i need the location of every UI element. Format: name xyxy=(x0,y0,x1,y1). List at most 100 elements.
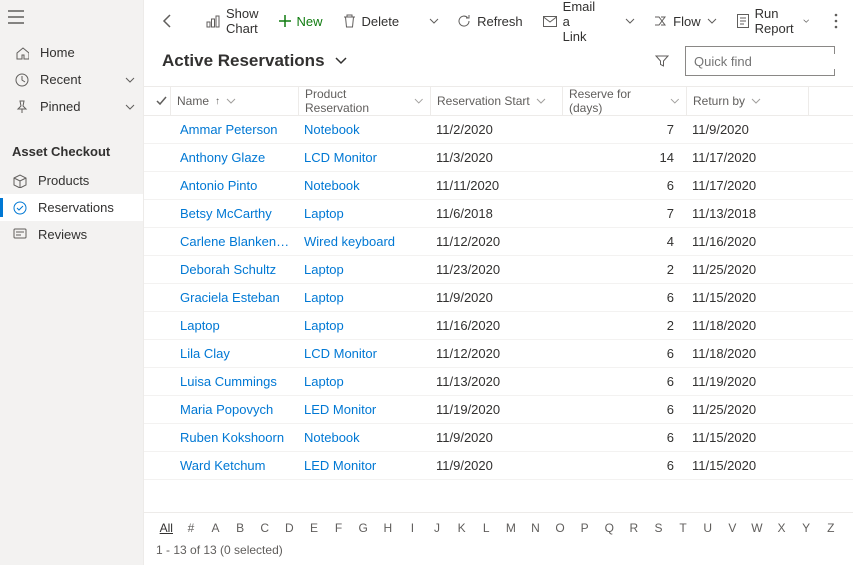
cell-name[interactable]: Lila Clay xyxy=(174,346,298,361)
alpha-R[interactable]: R xyxy=(622,521,647,535)
alpha-C[interactable]: C xyxy=(252,521,277,535)
delete-button[interactable]: Delete xyxy=(335,10,408,33)
cell-product[interactable]: Laptop xyxy=(298,262,430,277)
cell-product[interactable]: Wired keyboard xyxy=(298,234,430,249)
alpha-O[interactable]: O xyxy=(548,521,573,535)
view-dropdown[interactable] xyxy=(335,57,347,65)
alpha-I[interactable]: I xyxy=(400,521,425,535)
flow-button[interactable]: Flow xyxy=(645,10,724,33)
alpha-D[interactable]: D xyxy=(277,521,302,535)
alpha-X[interactable]: X xyxy=(769,521,794,535)
show-chart-button[interactable]: Show Chart xyxy=(198,2,267,40)
cell-product[interactable]: Laptop xyxy=(298,206,430,221)
alpha-F[interactable]: F xyxy=(326,521,351,535)
alpha-B[interactable]: B xyxy=(228,521,253,535)
alpha-W[interactable]: W xyxy=(745,521,770,535)
alpha-V[interactable]: V xyxy=(720,521,745,535)
table-row[interactable]: Ammar PetersonNotebook11/2/2020711/9/202… xyxy=(144,116,853,144)
column-start[interactable]: Reservation Start xyxy=(430,87,562,115)
alpha-Z[interactable]: Z xyxy=(818,521,843,535)
cell-product[interactable]: Laptop xyxy=(298,318,430,333)
hamburger-button[interactable] xyxy=(0,0,143,37)
cell-return: 11/15/2020 xyxy=(686,290,808,305)
alpha-all[interactable]: All xyxy=(154,521,179,535)
alpha-M[interactable]: M xyxy=(499,521,524,535)
cell-return: 11/19/2020 xyxy=(686,374,808,389)
cell-name[interactable]: Maria Popovych xyxy=(174,402,298,417)
cell-product[interactable]: LED Monitor xyxy=(298,402,430,417)
cell-product[interactable]: LCD Monitor xyxy=(298,150,430,165)
table-row[interactable]: Maria PopovychLED Monitor11/19/2020611/2… xyxy=(144,396,853,424)
cell-product[interactable]: Laptop xyxy=(298,290,430,305)
column-product[interactable]: Product Reservation xyxy=(298,87,430,115)
cell-name[interactable]: Ruben Kokshoorn xyxy=(174,430,298,445)
cell-product[interactable]: Notebook xyxy=(298,122,430,137)
cell-product[interactable]: Notebook xyxy=(298,178,430,193)
cell-name[interactable]: Ward Ketchum xyxy=(174,458,298,473)
alpha-A[interactable]: A xyxy=(203,521,228,535)
select-all[interactable] xyxy=(144,95,170,107)
alpha-H[interactable]: H xyxy=(375,521,400,535)
alpha-P[interactable]: P xyxy=(572,521,597,535)
alpha-K[interactable]: K xyxy=(449,521,474,535)
cell-name[interactable]: Luisa Cummings xyxy=(174,374,298,389)
subnav-item-products[interactable]: Products xyxy=(0,167,143,194)
cell-start: 11/11/2020 xyxy=(430,178,562,193)
table-row[interactable]: Ward KetchumLED Monitor11/9/2020611/15/2… xyxy=(144,452,853,480)
cell-name[interactable]: Ammar Peterson xyxy=(174,122,298,137)
subnav-item-reviews[interactable]: Reviews xyxy=(0,221,143,248)
search-input[interactable] xyxy=(694,54,853,69)
cell-name[interactable]: Graciela Esteban xyxy=(174,290,298,305)
subnav-item-reservations[interactable]: Reservations xyxy=(0,194,143,221)
delete-dropdown[interactable] xyxy=(423,14,445,28)
alpha-Q[interactable]: Q xyxy=(597,521,622,535)
alpha-Y[interactable]: Y xyxy=(794,521,819,535)
cell-days: 6 xyxy=(562,458,686,473)
alpha-U[interactable]: U xyxy=(695,521,720,535)
cell-product[interactable]: Laptop xyxy=(298,374,430,389)
table-row[interactable]: Deborah SchultzLaptop11/23/2020211/25/20… xyxy=(144,256,853,284)
table-row[interactable]: Lila ClayLCD Monitor11/12/2020611/18/202… xyxy=(144,340,853,368)
column-name[interactable]: Name↑ xyxy=(170,87,298,115)
back-button[interactable] xyxy=(154,9,182,33)
cell-name[interactable]: Anthony Glaze xyxy=(174,150,298,165)
table-row[interactable]: Luisa CummingsLaptop11/13/2020611/19/202… xyxy=(144,368,853,396)
column-days[interactable]: Reserve for (days) xyxy=(562,87,686,115)
table-row[interactable]: Antonio PintoNotebook11/11/2020611/17/20… xyxy=(144,172,853,200)
table-row[interactable]: Graciela EstebanLaptop11/9/2020611/15/20… xyxy=(144,284,853,312)
cell-name[interactable]: Antonio Pinto xyxy=(174,178,298,193)
table-row[interactable]: Carlene BlankenshipWired keyboard11/12/2… xyxy=(144,228,853,256)
email-dropdown[interactable] xyxy=(619,14,641,28)
cell-name[interactable]: Betsy McCarthy xyxy=(174,206,298,221)
table-row[interactable]: LaptopLaptop11/16/2020211/18/2020 xyxy=(144,312,853,340)
alpha-S[interactable]: S xyxy=(646,521,671,535)
alpha-N[interactable]: N xyxy=(523,521,548,535)
refresh-button[interactable]: Refresh xyxy=(449,10,531,33)
view-title[interactable]: Active Reservations xyxy=(162,51,325,71)
table-row[interactable]: Betsy McCarthyLaptop11/6/2018711/13/2018 xyxy=(144,200,853,228)
alpha-G[interactable]: G xyxy=(351,521,376,535)
cell-name[interactable]: Deborah Schultz xyxy=(174,262,298,277)
table-row[interactable]: Anthony GlazeLCD Monitor11/3/20201411/17… xyxy=(144,144,853,172)
new-button[interactable]: New xyxy=(271,10,331,33)
table-row[interactable]: Ruben KokshoornNotebook11/9/2020611/15/2… xyxy=(144,424,853,452)
cell-name[interactable]: Carlene Blankenship xyxy=(174,234,298,249)
nav-item-recent[interactable]: Recent xyxy=(0,66,143,93)
run-report-button[interactable]: Run Report xyxy=(729,2,818,40)
alpha-L[interactable]: L xyxy=(474,521,499,535)
search-box[interactable] xyxy=(685,46,835,76)
alpha-E[interactable]: E xyxy=(302,521,327,535)
cell-product[interactable]: LED Monitor xyxy=(298,458,430,473)
overflow-button[interactable] xyxy=(828,9,844,33)
nav-item-pinned[interactable]: Pinned xyxy=(0,93,143,120)
alpha-#[interactable]: # xyxy=(179,521,204,535)
column-return[interactable]: Return by xyxy=(686,87,808,115)
cell-name[interactable]: Laptop xyxy=(174,318,298,333)
alpha-T[interactable]: T xyxy=(671,521,696,535)
cell-product[interactable]: Notebook xyxy=(298,430,430,445)
filter-button[interactable] xyxy=(649,50,675,72)
cell-product[interactable]: LCD Monitor xyxy=(298,346,430,361)
alpha-J[interactable]: J xyxy=(425,521,450,535)
email-link-button[interactable]: Email a Link xyxy=(535,0,604,48)
nav-item-home[interactable]: Home xyxy=(0,39,143,66)
